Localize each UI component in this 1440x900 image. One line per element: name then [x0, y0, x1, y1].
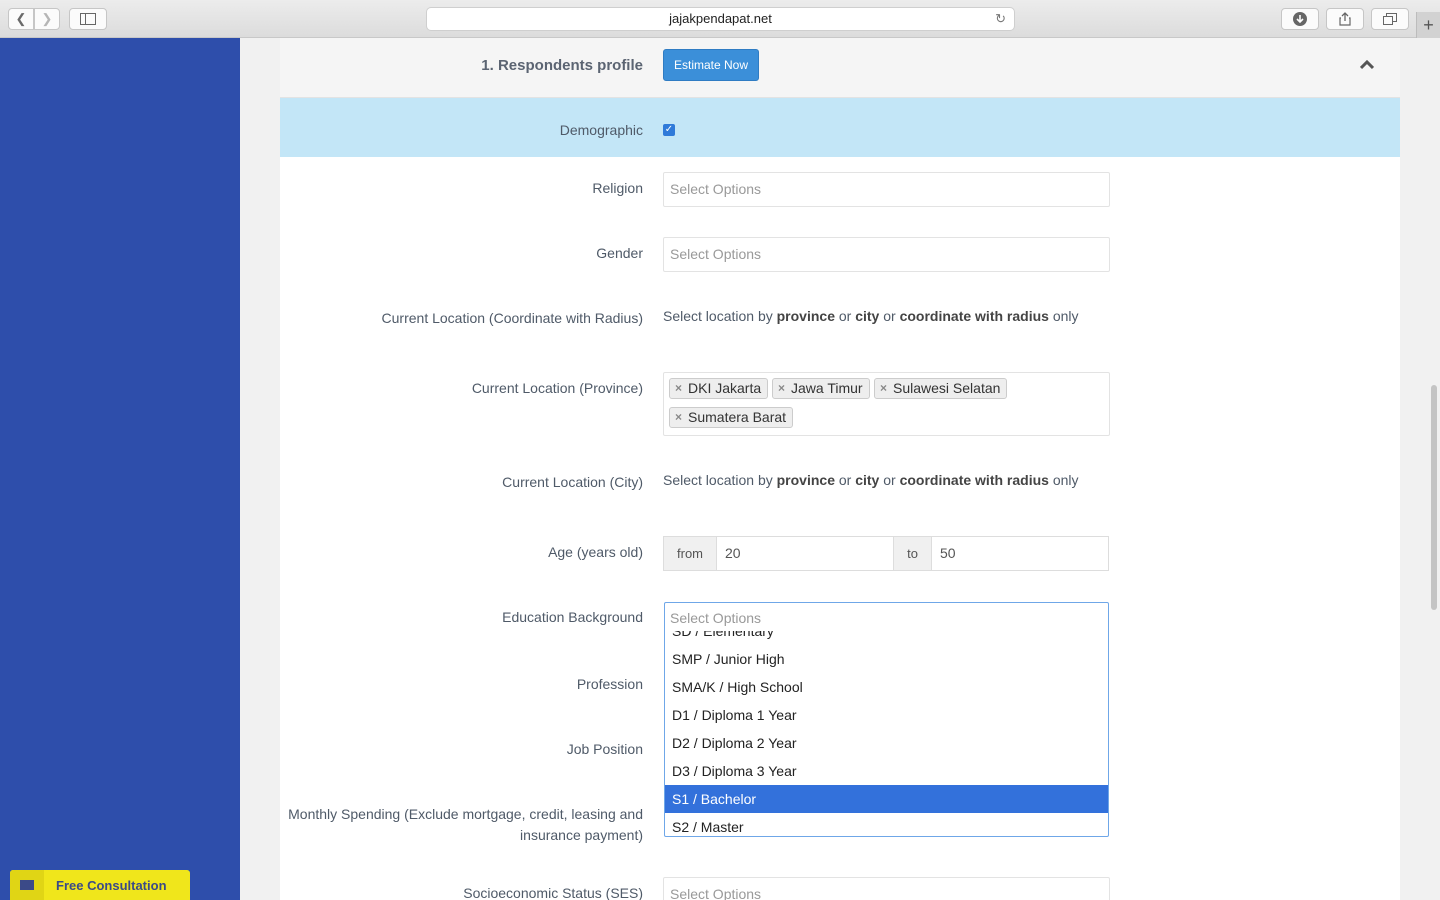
remove-tag-icon[interactable]: × [675, 379, 682, 398]
education-option[interactable]: D1 / Diploma 1 Year [665, 701, 1108, 729]
job-position-label: Job Position [566, 741, 643, 757]
section-header[interactable]: 1. Respondents profile Estimate Now [280, 38, 1400, 98]
reload-icon[interactable]: ↻ [995, 8, 1006, 30]
page-scrollbar[interactable] [1431, 385, 1437, 610]
education-dropdown[interactable]: Select Options SD / Elementary SMP / Jun… [664, 602, 1109, 837]
free-consultation-button[interactable]: Free Consultation [10, 870, 190, 900]
remove-tag-icon[interactable]: × [880, 379, 887, 398]
education-option[interactable]: SMA/K / High School [665, 673, 1108, 701]
remove-tag-icon[interactable]: × [675, 408, 682, 427]
gender-placeholder: Select Options [670, 246, 762, 262]
province-tag: × DKI Jakarta [669, 378, 769, 399]
form-panel: 1. Respondents profile Estimate Now Demo… [280, 38, 1400, 900]
ses-label: Socioeconomic Status (SES) [463, 885, 643, 900]
coordinate-label: Current Location (Coordinate with Radius… [381, 310, 643, 326]
url-text: jajakpendapat.net [669, 11, 772, 26]
ses-placeholder: Select Options [670, 886, 762, 900]
religion-label: Religion [592, 180, 643, 196]
monthly-spending-label: Monthly Spending (Exclude mortgage, cred… [288, 806, 643, 822]
demographic-label: Demographic [559, 122, 643, 138]
age-from-input[interactable]: 20 [716, 536, 894, 571]
education-option[interactable]: S2 / Master [665, 813, 1108, 836]
education-option[interactable]: D3 / Diploma 3 Year [665, 757, 1108, 785]
province-tag: × Sulawesi Selatan [874, 378, 1008, 399]
demographic-checkbox[interactable]: ✓ [663, 124, 675, 136]
gender-select[interactable]: Select Options [663, 237, 1110, 272]
chevron-up-icon[interactable] [1360, 60, 1374, 70]
religion-select[interactable]: Select Options [663, 172, 1110, 207]
gender-label: Gender [596, 245, 643, 261]
city-info: Select location by province or city or c… [663, 472, 1079, 488]
tabs-overview-icon[interactable] [1371, 8, 1409, 30]
address-bar[interactable]: jajakpendapat.net ↻ [426, 7, 1015, 31]
education-option[interactable]: SMP / Junior High [665, 645, 1108, 673]
province-label: Current Location (Province) [471, 380, 643, 396]
education-option[interactable]: SD / Elementary [665, 631, 1108, 645]
demographic-row: Demographic ✓ [280, 98, 1400, 157]
coordinate-info: Select location by province or city or c… [663, 308, 1079, 324]
education-options-list[interactable]: SD / Elementary SMP / Junior High SMA/K … [665, 631, 1108, 836]
consult-label: Free Consultation [56, 877, 167, 893]
education-label: Education Background [502, 609, 643, 625]
remove-tag-icon[interactable]: × [778, 379, 785, 398]
profession-label: Profession [576, 676, 643, 692]
age-label: Age (years old) [548, 544, 643, 560]
share-icon[interactable] [1326, 8, 1364, 30]
education-option[interactable]: D2 / Diploma 2 Year [665, 729, 1108, 757]
section-title: 1. Respondents profile [481, 57, 643, 74]
monthly-spending-label-2: insurance payment) [520, 827, 643, 843]
downloads-icon[interactable] [1281, 8, 1319, 30]
province-tag: × Jawa Timur [772, 378, 870, 399]
forward-icon[interactable]: ❯ [34, 8, 60, 30]
province-tag: × Sumatera Barat [669, 407, 794, 428]
religion-placeholder: Select Options [670, 181, 762, 197]
education-search-placeholder[interactable]: Select Options [670, 610, 761, 626]
education-option-highlighted[interactable]: S1 / Bachelor [665, 785, 1108, 813]
estimate-now-button[interactable]: Estimate Now [663, 49, 759, 81]
province-multiselect[interactable]: × DKI Jakarta × Jawa Timur × Sulawesi Se… [663, 372, 1110, 436]
browser-toolbar: ❮ ❯ jajakpendapat.net ↻ + [0, 0, 1440, 38]
new-tab-icon[interactable]: + [1416, 12, 1440, 38]
main-content: 1. Respondents profile Estimate Now Demo… [240, 38, 1440, 900]
ses-select[interactable]: Select Options [663, 877, 1110, 900]
age-to-addon: to [893, 536, 932, 571]
city-label: Current Location (City) [502, 474, 643, 490]
age-to-input[interactable]: 50 [931, 536, 1109, 571]
sidebar [0, 38, 240, 900]
sidebar-toggle-icon[interactable] [69, 8, 107, 30]
age-from-addon: from [663, 536, 717, 571]
back-icon[interactable]: ❮ [8, 8, 34, 30]
envelope-icon [10, 870, 44, 900]
